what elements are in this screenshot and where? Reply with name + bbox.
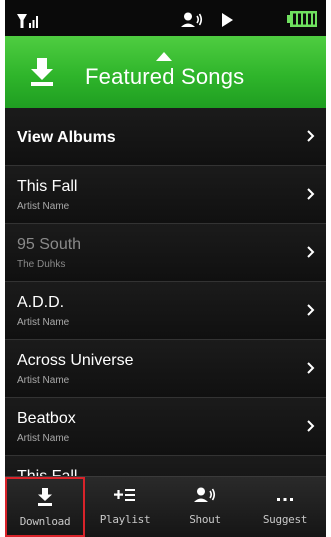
suggest-button[interactable]: Suggest bbox=[245, 477, 325, 537]
list-item-title: 95 South bbox=[17, 236, 82, 253]
list-item-artist: Artist Name bbox=[17, 433, 70, 444]
list-item[interactable]: Beatbox Artist Name bbox=[5, 398, 326, 456]
shout-icon bbox=[194, 487, 216, 502]
chevron-right-icon bbox=[307, 188, 315, 200]
chevron-right-icon bbox=[307, 130, 315, 142]
phone-screen: Featured Songs View Albums This Fall Art… bbox=[5, 0, 326, 537]
chevron-right-icon bbox=[307, 304, 315, 316]
list-item[interactable]: A.D.D. Artist Name bbox=[5, 282, 326, 340]
download-button[interactable]: Download bbox=[5, 477, 85, 537]
list-item-title: This Fall bbox=[17, 178, 78, 195]
shout-button[interactable]: Shout bbox=[165, 477, 245, 537]
chevron-right-icon bbox=[307, 362, 315, 374]
up-arrow-icon[interactable] bbox=[156, 52, 172, 61]
list-item[interactable]: Across Universe Artist Name bbox=[5, 340, 326, 398]
playlist-button[interactable]: Playlist bbox=[85, 477, 165, 537]
bottom-toolbar: Download Playlist Shout Suggest bbox=[5, 476, 326, 537]
shout-label: Shout bbox=[189, 513, 221, 526]
chevron-right-icon bbox=[307, 420, 315, 432]
list-item-artist: The Duhks bbox=[17, 259, 66, 270]
signal-icon bbox=[17, 14, 38, 28]
list-item-artist: Artist Name bbox=[17, 201, 70, 212]
list-item-title: Beatbox bbox=[17, 410, 76, 427]
suggest-label: Suggest bbox=[262, 513, 308, 526]
download-icon bbox=[38, 488, 52, 506]
song-list: View Albums This Fall Artist Name 95 Sou… bbox=[5, 108, 326, 476]
list-item[interactable]: This Fall Artist Name bbox=[5, 166, 326, 224]
list-item-title: This Fall bbox=[17, 468, 77, 476]
list-item-artist: Artist Name bbox=[17, 375, 70, 386]
list-item[interactable]: 95 South The Duhks bbox=[5, 224, 326, 282]
list-item-artist: Artist Name bbox=[17, 317, 70, 328]
list-item-view-albums[interactable]: View Albums bbox=[5, 108, 326, 166]
page-header: Featured Songs bbox=[5, 36, 326, 109]
list-item-title: View Albums bbox=[17, 129, 116, 146]
page-title: Featured Songs bbox=[85, 64, 245, 89]
list-item-title: Across Universe bbox=[17, 352, 134, 369]
add-to-playlist-icon bbox=[114, 489, 135, 501]
download-icon bbox=[31, 58, 53, 86]
shout-icon bbox=[181, 12, 203, 27]
download-label: Download bbox=[19, 515, 71, 528]
more-icon bbox=[277, 498, 293, 501]
playlist-label: Playlist bbox=[99, 513, 151, 526]
chevron-right-icon bbox=[307, 246, 315, 258]
status-bar bbox=[5, 0, 326, 36]
list-item-title: A.D.D. bbox=[17, 294, 65, 311]
battery-icon bbox=[287, 11, 317, 27]
play-icon bbox=[222, 13, 233, 27]
list-item[interactable]: This Fall bbox=[5, 456, 326, 476]
